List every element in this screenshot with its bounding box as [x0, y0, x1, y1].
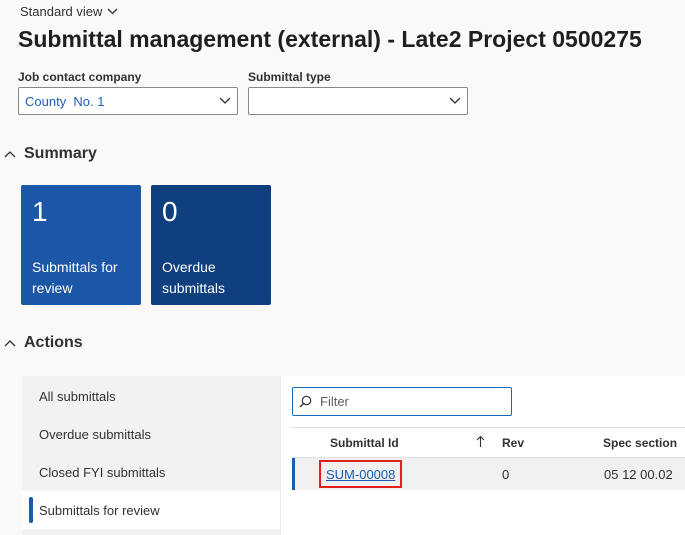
column-header-spec-section[interactable]: Spec section — [603, 436, 677, 450]
submittal-type-label: Submittal type — [248, 70, 331, 84]
tile-label: Overdue submittals — [162, 259, 226, 296]
nav-item-all-submittals[interactable]: All submittals — [22, 377, 280, 415]
selected-indicator — [29, 497, 33, 523]
tile-label: Submittals for review — [32, 259, 118, 296]
page-title: Submittal management (external) - Late2 … — [18, 26, 642, 52]
chevron-up-icon — [4, 151, 16, 158]
job-contact-company-value: County No. 1 — [25, 93, 105, 109]
nav-item-label: Closed FYI submittals — [39, 464, 166, 480]
nav-item-label: Overdue submittals — [39, 426, 151, 442]
chevron-down-icon — [107, 8, 118, 15]
spec-section-cell: 05 12 00.02 — [604, 467, 673, 482]
job-contact-company-dropdown[interactable]: County No. 1 — [18, 87, 238, 115]
nav-item-overdue-submittals[interactable]: Overdue submittals — [22, 415, 280, 453]
column-header-submittal-id[interactable]: Submittal Id — [330, 436, 399, 450]
submittals-for-review-tile[interactable]: 1 Submittals for review — [21, 185, 141, 305]
search-icon — [299, 395, 312, 408]
grid-header: Submittal Id Rev Spec section — [292, 427, 685, 458]
actions-title: Actions — [24, 334, 83, 351]
row-selected-indicator — [292, 458, 295, 490]
summary-title: Summary — [24, 145, 97, 162]
nav-item-label: All submittals — [39, 388, 116, 404]
rev-cell: 0 — [502, 467, 510, 482]
chevron-down-icon — [219, 97, 231, 104]
submittal-type-dropdown[interactable] — [248, 87, 468, 115]
actions-section-header[interactable]: Actions — [4, 334, 83, 352]
actions-nav-list: All submittals Overdue submittals Closed… — [22, 376, 280, 535]
tile-count: 0 — [162, 196, 178, 227]
chevron-down-icon — [449, 97, 461, 104]
submittals-grid-panel: Submittal Id Rev Spec section SUM-00008 … — [280, 376, 685, 535]
tile-count: 1 — [32, 196, 48, 227]
summary-section-header[interactable]: Summary — [4, 145, 97, 163]
job-contact-company-label: Job contact company — [18, 70, 142, 84]
chevron-up-icon — [4, 340, 16, 347]
nav-item-label: Submittals for review — [39, 502, 160, 518]
table-row[interactable]: SUM-00008 0 05 12 00.02 — [292, 458, 685, 490]
column-header-rev[interactable]: Rev — [502, 436, 524, 450]
submittal-id-link[interactable]: SUM-00008 — [319, 460, 403, 488]
view-label: Standard view — [20, 4, 103, 19]
nav-item-closed-fyi-submittals[interactable]: Closed FYI submittals — [22, 453, 280, 491]
overdue-submittals-tile[interactable]: 0 Overdue submittals — [151, 185, 271, 305]
nav-item-submittals-for-review[interactable]: Submittals for review — [22, 491, 280, 529]
sort-ascending-icon[interactable] — [476, 435, 485, 448]
filter-box[interactable] — [292, 387, 512, 416]
filter-input[interactable] — [318, 393, 502, 410]
view-switcher[interactable]: Standard view — [20, 4, 118, 19]
